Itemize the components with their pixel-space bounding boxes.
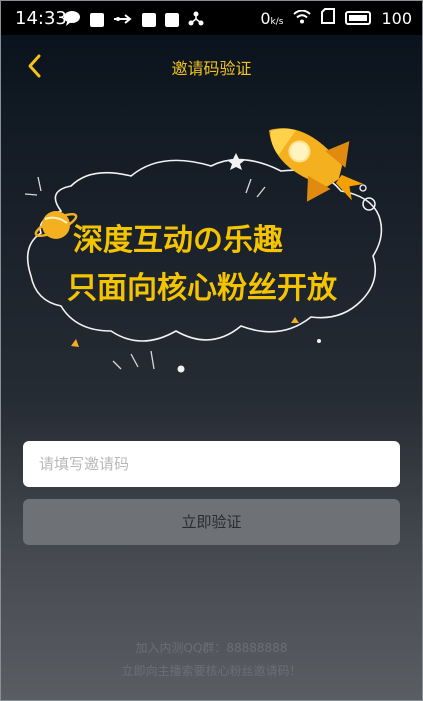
battery-icon <box>345 11 372 25</box>
invite-code-input[interactable] <box>23 441 400 487</box>
media-icon <box>142 13 156 27</box>
app-screen: 14:33 0k/s 100 邀请码验证 深度互动の乐趣 只面向核心粉丝开放 请… <box>0 0 423 701</box>
share-icon <box>188 10 204 30</box>
banner-illustration: 深度互动の乐趣 只面向核心粉丝开放 <box>24 128 383 373</box>
sim-icon <box>321 8 336 28</box>
star-icon <box>227 153 245 170</box>
banner-line2: 只面向核心粉丝开放 <box>67 271 338 306</box>
chat-icon <box>63 10 81 30</box>
wifi-icon <box>293 9 312 28</box>
document-icon <box>165 13 179 27</box>
qq-group-text: 加入内测QQ群：88888888 <box>135 641 288 655</box>
notification-icons <box>63 10 204 30</box>
verify-button[interactable]: 立即验证 <box>23 499 400 545</box>
status-bar: 14:33 0k/s 100 <box>1 1 422 35</box>
invite-hint-text: 立即向主播索要核心粉丝邀请码！ <box>121 664 302 678</box>
banner-line1: 深度互动の乐趣 <box>73 223 283 258</box>
status-right: 0k/s 100 <box>260 8 412 28</box>
usb-icon <box>113 11 133 30</box>
app-icon <box>90 13 104 27</box>
status-time: 14:33 <box>15 8 67 29</box>
page-title: 邀请码验证 <box>171 59 252 78</box>
battery-level: 100 <box>381 8 412 28</box>
rocket-icon <box>269 128 364 202</box>
network-speed: 0k/s <box>260 8 284 28</box>
